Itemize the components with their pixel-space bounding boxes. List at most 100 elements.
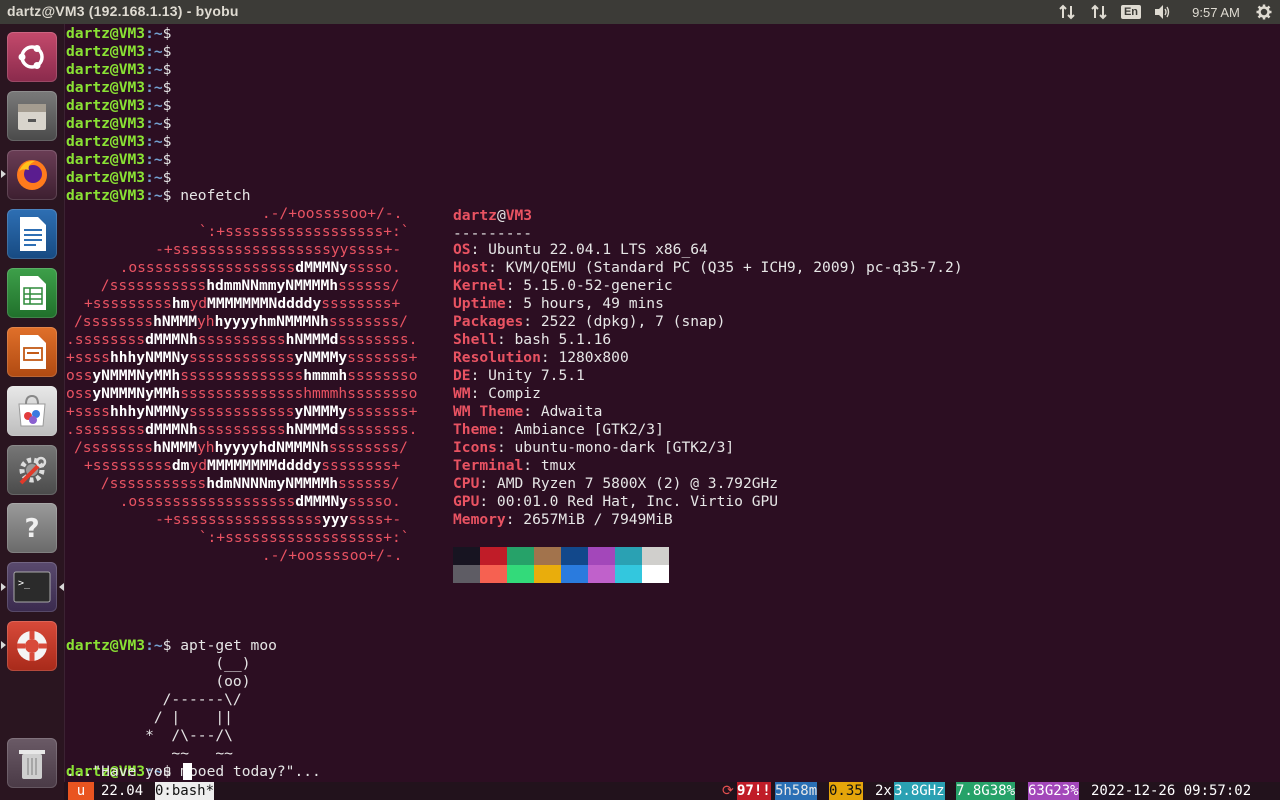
palette-swatch (615, 547, 642, 565)
info-key: WM Theme (453, 403, 524, 420)
logo-segment: .ossssssssssssssssss (102, 493, 296, 510)
logo-line: `:+ssssssssssssssssss+:` (146, 223, 410, 241)
logo-segment: /sssssssssss (92, 277, 207, 294)
keyboard-layout-indicator[interactable]: En (1120, 0, 1142, 24)
logo-line: /sssssssshNMMMyhhyyyyhmNMMMNhssssssss/ (74, 313, 408, 331)
window-title: dartz@VM3 (192.168.1.13) - byobu (7, 3, 239, 19)
moo-line: ~~ ~~ (66, 745, 233, 762)
info-row: DE: Unity 7.5.1 (453, 367, 585, 385)
palette-swatch (534, 547, 561, 565)
logo-segment: /ssssssss (74, 313, 154, 330)
logo-line: /sssssssshNMMMyhhyyyyhdNMMMNhssssssss/ (74, 439, 408, 457)
prompt-path: :~ (145, 97, 163, 114)
logo-line: .ossssssssssssssssssdMMMNysssso. (102, 259, 401, 277)
info-title: dartz@VM3 (453, 207, 532, 225)
status-disk: 63G23% (1028, 782, 1079, 800)
info-value: : ubuntu-mono-dark [GTK2/3] (496, 439, 735, 456)
palette-swatch (507, 565, 534, 583)
logo-segment: yd (189, 457, 208, 474)
status-uptime: 5h58m (775, 782, 818, 800)
logo-line: .ossssssssssssssssssdMMMNysssso. (102, 493, 401, 511)
libreoffice-impress-icon[interactable] (7, 327, 57, 377)
prompt-user: dartz@VM3 (66, 151, 146, 168)
prompt-path: :~ (145, 133, 163, 150)
network-up-down-icon[interactable] (1088, 0, 1110, 24)
prompt-path: :~ (145, 115, 163, 132)
logo-segment: hdmmNNmmyNMMMMh (206, 277, 339, 294)
gear-icon[interactable] (1253, 0, 1275, 24)
info-row: Kernel: 5.15.0-52-generic (453, 277, 673, 295)
info-value: : 1280x800 (540, 349, 629, 366)
logo-segment: oss (66, 385, 93, 402)
info-key: Packages (453, 313, 524, 330)
clock[interactable]: 9:57 AM (1186, 0, 1246, 24)
moo-line: (oo) (66, 673, 251, 690)
prompt-path: :~ (145, 25, 163, 42)
prompt-line: dartz@VM3:~$ neofetch (66, 187, 251, 205)
moo-line: /------\/ (66, 691, 242, 708)
prompt-line: dartz@VM3:~$ (66, 79, 171, 97)
prompt-path: :~ (145, 187, 163, 204)
firefox-icon[interactable] (7, 150, 57, 200)
logo-segment: yNMMMy (294, 403, 348, 420)
info-row: Uptime: 5 hours, 49 mins (453, 295, 664, 313)
info-value: : Unity 7.5.1 (470, 367, 585, 384)
info-row: WM: Compiz (453, 385, 541, 403)
logo-segment: -+ssssssssssssssssssyyssss+- (120, 241, 402, 258)
logo-segment: hNMMMd (285, 331, 339, 348)
trash-icon[interactable] (7, 738, 57, 788)
ubuntu-dash-icon[interactable] (7, 32, 57, 82)
libreoffice-calc-icon[interactable] (7, 268, 57, 318)
volume-icon[interactable] (1152, 0, 1174, 24)
logo-segment: hhhyNMMNy (109, 403, 190, 420)
logo-line: -+ssssssssssssssssssyyssss+- (120, 241, 401, 259)
info-row: Packages: 2522 (dpkg), 7 (snap) (453, 313, 725, 331)
logo-line: /ssssssssssshdmNNNNmyNMMMMhssssss/ (92, 475, 400, 493)
info-at: @ (496, 207, 506, 224)
prompt-line: dartz@VM3:~$ (66, 43, 171, 61)
prompt-line: dartz@VM3:~$ (66, 97, 171, 115)
files-icon[interactable] (7, 91, 57, 141)
logo-segment: ssssssss+ (321, 457, 401, 474)
keyboard-layout-label: En (1120, 5, 1142, 19)
status-window-tab[interactable]: 0:bash* (155, 782, 215, 800)
svg-text:>_: >_ (18, 578, 31, 589)
byobu-status-bar: u 22.04 0:bash* ⟳ 97!! 5h58m 0.35 2x 3.8… (64, 782, 1280, 800)
logo-segment: ssssssssssss (189, 403, 295, 420)
info-key: Shell (453, 331, 497, 348)
status-load: 0.35 (829, 782, 863, 800)
logo-segment: sssso. (348, 493, 401, 510)
prompt-symbol: $ (162, 79, 172, 96)
palette-swatch (588, 547, 615, 565)
logo-segment: hNMMMd (285, 421, 339, 438)
libreoffice-writer-icon[interactable] (7, 209, 57, 259)
info-value: : Ubuntu 22.04.1 LTS x86_64 (470, 241, 708, 258)
running-indicator (1, 641, 6, 649)
palette-swatch (480, 565, 507, 583)
info-row: Resolution: 1280x800 (453, 349, 629, 367)
palette-swatch (453, 547, 480, 565)
palette-swatch (480, 547, 507, 565)
moo-line: ..."Have you mooed today?"... (66, 763, 321, 780)
help-icon[interactable]: ? (7, 503, 57, 553)
terminal-icon[interactable]: >_ (7, 562, 57, 612)
logo-line: +sssshhhyNMMNyssssssssssssyNMMMysssssss+ (66, 403, 417, 421)
prompt-path: :~ (145, 43, 163, 60)
logo-line: .ssssssssdMMMNhsssssssssshNMMMdssssssss. (66, 331, 417, 349)
network-up-down-icon[interactable] (1056, 0, 1078, 24)
logo-segment: +ssss (66, 403, 110, 420)
ubuntu-one-icon[interactable] (7, 621, 57, 671)
status-cpu-count: 2x (875, 783, 892, 799)
system-settings-icon[interactable] (7, 445, 57, 495)
running-indicator (1, 170, 6, 178)
software-center-icon[interactable] (7, 386, 57, 436)
terminal-window[interactable]: dartz@VM3:~$ dartz@VM3:~$ dartz@VM3:~$ dart… (64, 24, 1280, 782)
logo-line: .ssssssssdMMMNhsssssssssshNMMMdssssssss. (66, 421, 417, 439)
logo-segment: hNMMM (153, 313, 198, 330)
prompt-user: dartz@VM3 (66, 43, 146, 60)
logo-segment: ssssssss/ (328, 313, 408, 330)
logo-segment: .ssssssss (66, 421, 146, 438)
prompt-line: dartz@VM3:~$ (66, 61, 171, 79)
prompt-user: dartz@VM3 (66, 115, 146, 132)
prompt-symbol: $ (162, 25, 172, 42)
